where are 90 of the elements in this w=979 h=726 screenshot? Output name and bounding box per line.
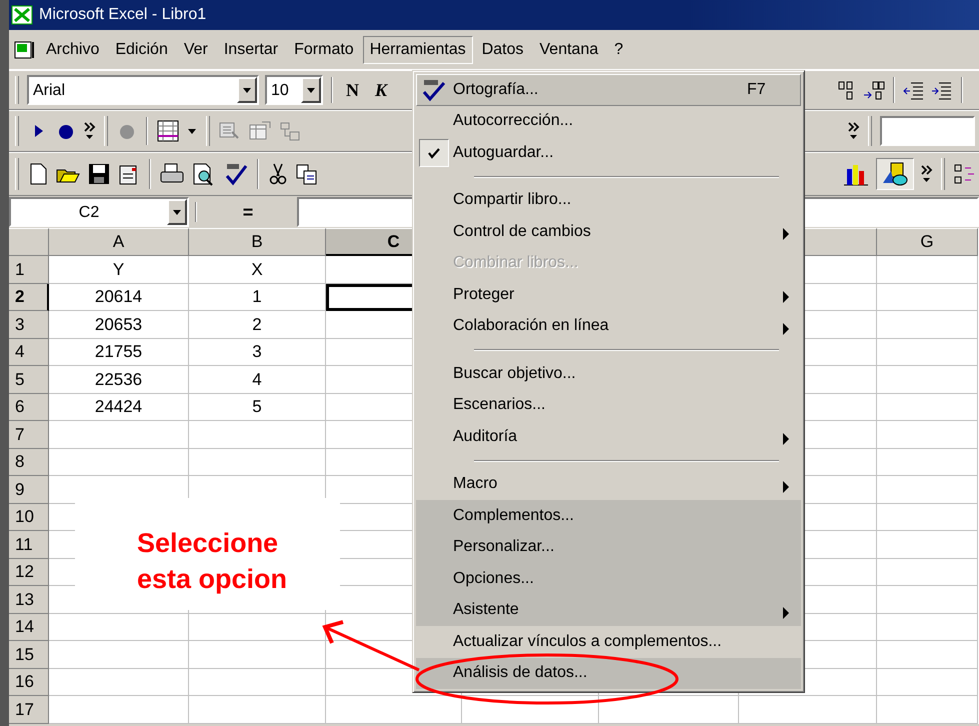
table-cell: 4 bbox=[189, 366, 326, 394]
select-all-button[interactable] bbox=[9, 228, 49, 256]
chevron-icon[interactable] bbox=[920, 164, 933, 184]
menu-item[interactable]: Datos bbox=[474, 36, 531, 64]
submenu-arrow-icon bbox=[782, 228, 790, 240]
menu-option[interactable]: Asistente bbox=[416, 594, 801, 626]
menu-option[interactable]: Proteger bbox=[416, 279, 801, 310]
row-header[interactable]: 16 bbox=[9, 668, 49, 696]
name-box[interactable]: C2 bbox=[9, 197, 189, 227]
excel-icon bbox=[11, 5, 33, 25]
menu-option[interactable]: Opciones... bbox=[416, 563, 801, 594]
decimal-increase-icon[interactable] bbox=[863, 79, 885, 101]
menu-option[interactable]: Autocorrección... bbox=[416, 106, 801, 137]
menu-option[interactable]: Análisis de datos... bbox=[416, 658, 801, 689]
scissors-icon[interactable] bbox=[267, 162, 289, 186]
table-cell: 2 bbox=[189, 311, 326, 338]
row-header[interactable]: 3 bbox=[9, 311, 49, 338]
menu-item[interactable]: Edición bbox=[108, 36, 175, 64]
submenu-arrow-icon bbox=[782, 606, 790, 618]
menu-option[interactable]: Complementos... bbox=[416, 500, 801, 532]
window-title: Microsoft Excel - Libro1 bbox=[39, 5, 206, 25]
menu-item[interactable]: Archivo bbox=[39, 36, 106, 64]
row-header[interactable]: 15 bbox=[9, 641, 49, 668]
row-header[interactable]: 13 bbox=[9, 586, 49, 614]
menu-item[interactable]: Herramientas bbox=[362, 36, 473, 64]
menu-option[interactable]: Buscar objetivo... bbox=[416, 358, 801, 390]
font-size-field[interactable]: 10 bbox=[265, 75, 323, 105]
column-header[interactable]: G bbox=[877, 228, 978, 256]
table-cell: 24424 bbox=[49, 394, 189, 421]
menu-option[interactable]: Compartir libro... bbox=[416, 184, 801, 216]
shapes-icon[interactable] bbox=[881, 161, 909, 187]
table-cell: 5 bbox=[189, 394, 326, 421]
diagram-icon[interactable] bbox=[953, 162, 975, 186]
row-header[interactable]: 6 bbox=[9, 394, 49, 421]
table-icon[interactable] bbox=[248, 120, 272, 142]
submenu-arrow-icon bbox=[782, 322, 790, 334]
row-header[interactable]: 7 bbox=[9, 421, 49, 448]
italic-button[interactable]: K bbox=[370, 76, 392, 104]
spelling-icon[interactable] bbox=[223, 162, 249, 186]
equals-button[interactable]: = bbox=[203, 198, 293, 226]
document-icon[interactable] bbox=[13, 40, 37, 60]
spelling-icon bbox=[421, 78, 447, 102]
column-header[interactable]: A bbox=[49, 228, 189, 256]
copy-icon[interactable] bbox=[295, 162, 319, 186]
row-header[interactable]: 12 bbox=[9, 558, 49, 586]
annotation-text: Seleccione esta opcion bbox=[137, 527, 288, 596]
checkmark-icon bbox=[427, 147, 441, 159]
row-header[interactable]: 2 bbox=[9, 284, 49, 311]
bold-button[interactable]: N bbox=[341, 76, 364, 104]
table-cell: 22536 bbox=[49, 366, 189, 394]
table-cell: 1 bbox=[189, 284, 326, 311]
submenu-arrow-icon bbox=[782, 480, 790, 492]
menu-item[interactable]: Formato bbox=[287, 36, 361, 64]
menu-item[interactable]: Insertar bbox=[216, 36, 286, 64]
menu-item[interactable]: ? bbox=[607, 36, 630, 64]
row-header[interactable]: 8 bbox=[9, 448, 49, 476]
row-header[interactable]: 14 bbox=[9, 614, 49, 641]
toolbar-field[interactable] bbox=[880, 116, 975, 146]
shortcut-text: F7 bbox=[747, 80, 766, 100]
menu-option[interactable]: Actualizar vínculos a complementos... bbox=[416, 626, 801, 658]
row-header[interactable]: 1 bbox=[9, 256, 49, 284]
row-header[interactable]: 9 bbox=[9, 476, 49, 504]
font-field[interactable]: Arial bbox=[27, 75, 259, 105]
menu-option[interactable]: Auditoría bbox=[416, 421, 801, 452]
row-header[interactable]: 11 bbox=[9, 531, 49, 558]
row-header[interactable]: 5 bbox=[9, 366, 49, 394]
menu-option[interactable]: Autoguardar... bbox=[416, 137, 801, 168]
chevron-icon[interactable] bbox=[847, 121, 860, 141]
menu-option[interactable]: Colaboración en línea bbox=[416, 310, 801, 342]
table-cell: 21755 bbox=[49, 338, 189, 366]
submenu-arrow-icon bbox=[782, 433, 790, 445]
table-cell: 20653 bbox=[49, 311, 189, 338]
submenu-arrow-icon bbox=[782, 291, 790, 303]
table-cell: 20614 bbox=[49, 284, 189, 311]
menu-option[interactable]: Ortografía... F7 bbox=[416, 74, 801, 106]
menu-item[interactable]: Ver bbox=[176, 36, 215, 64]
row-header[interactable]: 17 bbox=[9, 696, 49, 724]
row-header[interactable]: 4 bbox=[9, 338, 49, 366]
chevron-icon[interactable] bbox=[83, 121, 96, 141]
table-cell: X bbox=[189, 256, 326, 284]
menu-option[interactable]: Macro bbox=[416, 468, 801, 500]
row-header[interactable]: 10 bbox=[9, 504, 49, 531]
menu-option[interactable]: Escenarios... bbox=[416, 390, 801, 421]
save-icon[interactable] bbox=[87, 162, 111, 186]
menu-option[interactable]: Personalizar... bbox=[416, 532, 801, 563]
table-cell: 3 bbox=[189, 338, 326, 366]
column-header[interactable]: B bbox=[189, 228, 326, 256]
menu-item[interactable]: Ventana bbox=[532, 36, 606, 64]
table-cell: Y bbox=[49, 256, 189, 284]
form-icon[interactable] bbox=[156, 119, 180, 143]
